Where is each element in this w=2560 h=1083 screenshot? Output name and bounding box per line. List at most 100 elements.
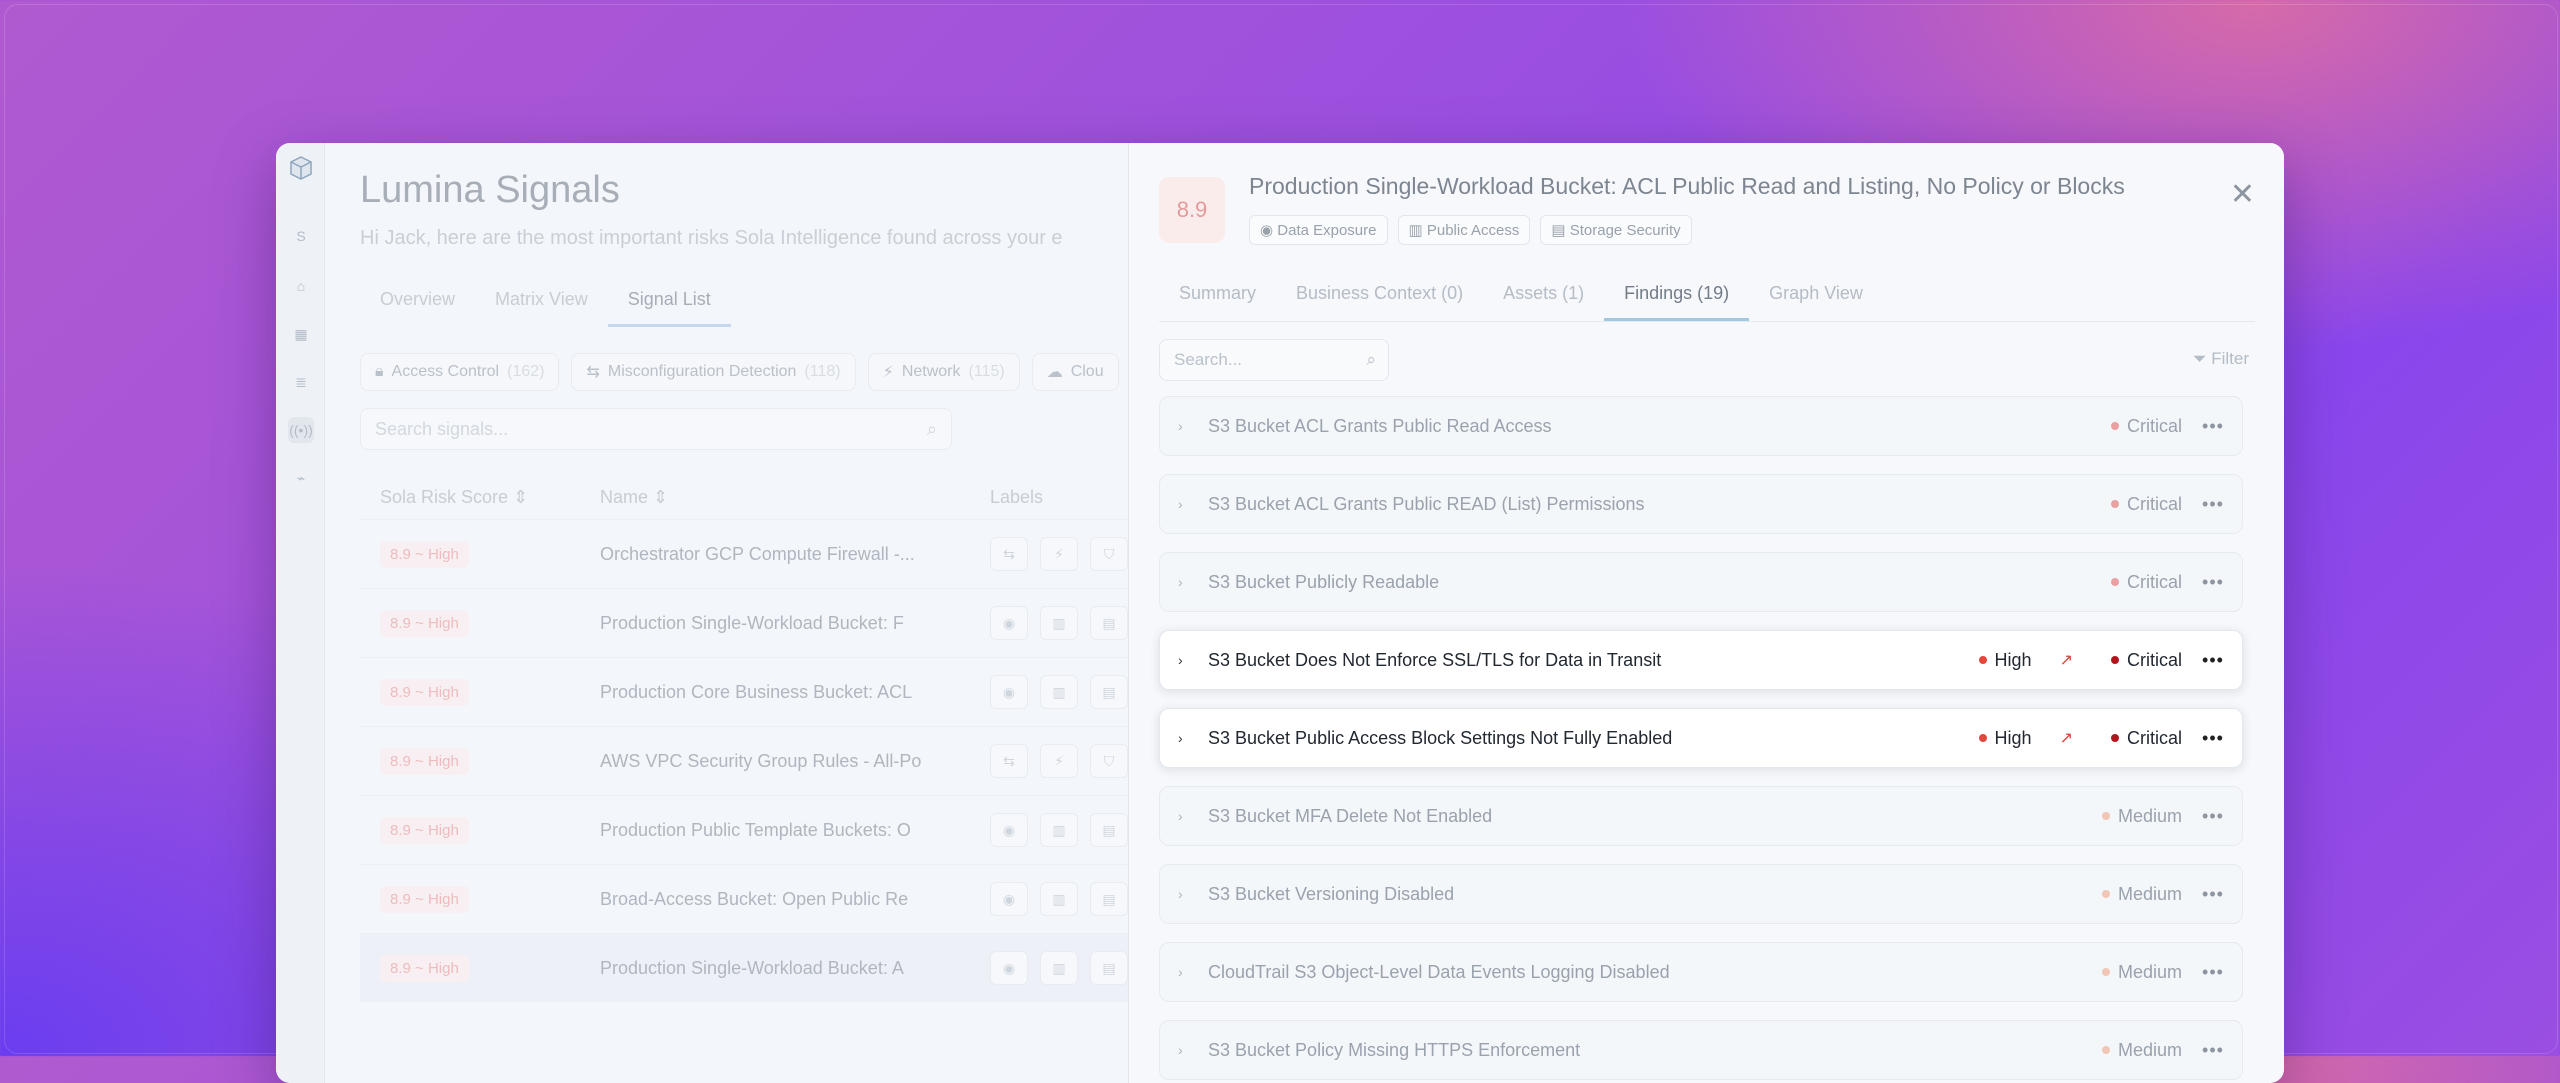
home-icon[interactable]: ⌂ bbox=[288, 273, 314, 299]
tab-overview[interactable]: Overview bbox=[360, 281, 475, 327]
chip-label: Clou bbox=[1070, 363, 1104, 380]
chevron-right-icon[interactable]: › bbox=[1178, 730, 1198, 746]
eye-icon: ◉ bbox=[990, 882, 1028, 916]
storage-icon: ▤ bbox=[1090, 882, 1128, 916]
building-icon: ▥ bbox=[1040, 606, 1078, 640]
tag-label: Data Exposure bbox=[1277, 222, 1377, 239]
chevron-right-icon[interactable]: › bbox=[1178, 808, 1198, 824]
search-icon: ⌕ bbox=[926, 419, 937, 439]
signals-page: Lumina Signals Hi Jack, here are the mos… bbox=[324, 143, 1176, 1083]
network-icon: ⚡︎ bbox=[882, 364, 894, 381]
tag-public-access: ▥ Public Access bbox=[1397, 215, 1531, 245]
more-options-icon[interactable]: ••• bbox=[2198, 728, 2228, 749]
storage-icon: ▤ bbox=[1090, 606, 1128, 640]
severity-dot bbox=[2110, 656, 2119, 664]
severity-label: Medium bbox=[2117, 961, 2182, 982]
tab-matrix-view[interactable]: Matrix View bbox=[475, 281, 608, 327]
close-icon[interactable]: ✕ bbox=[2230, 177, 2255, 212]
tab-graph-view[interactable]: Graph View bbox=[1749, 271, 1883, 321]
sliders-icon: ⇆ bbox=[990, 744, 1028, 778]
severity-dot bbox=[2101, 812, 2110, 820]
chevron-right-icon[interactable]: › bbox=[1178, 964, 1198, 980]
col-score[interactable]: Sola Risk Score ⇕ bbox=[360, 487, 600, 508]
sliders-icon: ⇆ bbox=[990, 537, 1028, 571]
table-row[interactable]: 8.9 ~ High Broad-Access Bucket: Open Pub… bbox=[360, 864, 1176, 933]
severity-badge: Medium bbox=[2101, 883, 2182, 905]
severity-label: Critical bbox=[2126, 727, 2182, 748]
finding-name: S3 Bucket ACL Grants Public Read Access bbox=[1208, 415, 1552, 436]
finding-row[interactable]: › S3 Bucket ACL Grants Public READ (List… bbox=[1159, 474, 2243, 534]
tab-business-context[interactable]: Business Context (0) bbox=[1276, 271, 1483, 321]
finding-row[interactable]: › S3 Bucket Versioning Disabled Medium •… bbox=[1159, 864, 2243, 924]
table-row[interactable]: 8.9 ~ High AWS VPC Security Group Rules … bbox=[360, 726, 1176, 795]
findings-list: › S3 Bucket ACL Grants Public Read Acces… bbox=[1159, 396, 2243, 1083]
filter-label: Filter bbox=[2211, 349, 2249, 368]
severity-label: Medium bbox=[2117, 1039, 2182, 1060]
finding-row-highlighted[interactable]: › S3 Bucket Does Not Enforce SSL/TLS for… bbox=[1159, 630, 2243, 690]
tag-label: Public Access bbox=[1426, 222, 1520, 239]
finding-row[interactable]: › S3 Bucket MFA Delete Not Enabled Mediu… bbox=[1159, 786, 2243, 846]
risk-badge: High bbox=[1978, 650, 2032, 671]
chevron-right-icon[interactable]: › bbox=[1178, 496, 1198, 512]
more-options-icon[interactable]: ••• bbox=[2198, 962, 2228, 983]
more-options-icon[interactable]: ••• bbox=[2198, 650, 2228, 671]
finding-row[interactable]: › S3 Bucket Publicly Readable Critical •… bbox=[1159, 552, 2243, 612]
table-row[interactable]: 8.9 ~ High Production Core Business Buck… bbox=[360, 657, 1176, 726]
chip-access-control[interactable]: 🔒︎ Access Control (162) bbox=[360, 353, 560, 391]
table-row[interactable]: 8.9 ~ High Production Public Template Bu… bbox=[360, 795, 1176, 864]
drawer-tabs: Summary Business Context (0) Assets (1) … bbox=[1159, 271, 2255, 322]
finding-row[interactable]: › CloudTrail S3 Object-Level Data Events… bbox=[1159, 942, 2243, 1002]
tab-signal-list[interactable]: Signal List bbox=[607, 281, 731, 327]
chevron-right-icon[interactable]: › bbox=[1178, 418, 1198, 434]
chevron-right-icon[interactable]: › bbox=[1178, 574, 1198, 590]
drawer-tags: ◉ Data Exposure ▥ Public Access ▤ Storag… bbox=[1249, 215, 1692, 245]
signals-icon[interactable]: ((•)) bbox=[288, 417, 314, 443]
severity-label: Medium bbox=[2117, 805, 2182, 826]
more-options-icon[interactable]: ••• bbox=[2198, 884, 2228, 905]
severity-dot bbox=[2101, 968, 2110, 976]
tab-assets[interactable]: Assets (1) bbox=[1483, 271, 1604, 321]
finding-name: S3 Bucket Publicly Readable bbox=[1208, 571, 1440, 592]
signal-search-input[interactable]: Search signals... ⌕ bbox=[360, 408, 952, 450]
signal-name: Orchestrator GCP Compute Firewall -... bbox=[600, 543, 915, 564]
tab-summary[interactable]: Summary bbox=[1159, 271, 1276, 321]
category-chips: 🔒︎ Access Control (162) ⇆ Misconfiguration … bbox=[360, 353, 1119, 391]
filter-button[interactable]: ⏷ Filter bbox=[2193, 349, 2249, 369]
more-options-icon[interactable]: ••• bbox=[2198, 1040, 2228, 1061]
severity-label: Medium bbox=[2117, 883, 2182, 904]
chevron-right-icon[interactable]: › bbox=[1178, 886, 1198, 902]
findings-search-input[interactable]: Search... ⌕ bbox=[1159, 339, 1389, 381]
chevron-right-icon[interactable]: › bbox=[1178, 652, 1198, 668]
table-row[interactable]: 8.9 ~ High Orchestrator GCP Compute Fire… bbox=[360, 519, 1176, 588]
signals-table: Sola Risk Score ⇕ Name ⇕ Labels 8.9 ~ Hi… bbox=[360, 475, 1176, 1002]
finding-name: S3 Bucket ACL Grants Public READ (List) … bbox=[1208, 493, 1645, 514]
severity-badge: Critical bbox=[2110, 572, 2182, 593]
tab-findings[interactable]: Findings (19) bbox=[1604, 271, 1750, 321]
finding-row[interactable]: › S3 Bucket ACL Grants Public Read Acces… bbox=[1159, 396, 2243, 456]
severity-label: Critical bbox=[2126, 649, 2182, 670]
more-options-icon[interactable]: ••• bbox=[2198, 572, 2228, 593]
severity-badge: Medium bbox=[2101, 805, 2182, 827]
storage-icon: ▤ bbox=[1090, 675, 1128, 709]
shield-icon: ⛉ bbox=[1090, 537, 1128, 571]
sort-icon: ⇕ bbox=[653, 486, 669, 507]
more-options-icon[interactable]: ••• bbox=[2198, 416, 2228, 437]
eye-icon: ◉ bbox=[990, 813, 1028, 847]
chip-misconfiguration[interactable]: ⇆ Misconfiguration Detection (118) bbox=[571, 353, 856, 391]
plug-icon[interactable]: ⌁ bbox=[288, 465, 314, 491]
network-icon: ⚡︎ bbox=[1040, 744, 1078, 778]
app-window: S ⌂ ▦ ≣ ((•)) ⌁ Lumina Signals Hi Jack, … bbox=[276, 143, 2284, 1083]
storage-icon: ▤ bbox=[1090, 813, 1128, 847]
avatar[interactable]: S bbox=[288, 223, 314, 249]
chip-network[interactable]: ⚡︎ Network (115) bbox=[867, 353, 1020, 391]
finding-row[interactable]: › S3 Bucket Policy Missing HTTPS Enforce… bbox=[1159, 1020, 2243, 1080]
database-icon[interactable]: ≣ bbox=[288, 369, 314, 395]
grid-icon[interactable]: ▦ bbox=[288, 321, 314, 347]
col-name[interactable]: Name ⇕ bbox=[600, 487, 970, 508]
more-options-icon[interactable]: ••• bbox=[2198, 806, 2228, 827]
chip-cloud[interactable]: ☁︎ Clou bbox=[1031, 353, 1119, 391]
table-row[interactable]: 8.9 ~ High Production Single-Workload Bu… bbox=[360, 588, 1176, 657]
finding-row-highlighted[interactable]: › S3 Bucket Public Access Block Settings… bbox=[1159, 708, 2243, 768]
table-row-selected[interactable]: 8.9 ~ High Production Single-Workload Bu… bbox=[360, 933, 1176, 1002]
more-options-icon[interactable]: ••• bbox=[2198, 494, 2228, 515]
